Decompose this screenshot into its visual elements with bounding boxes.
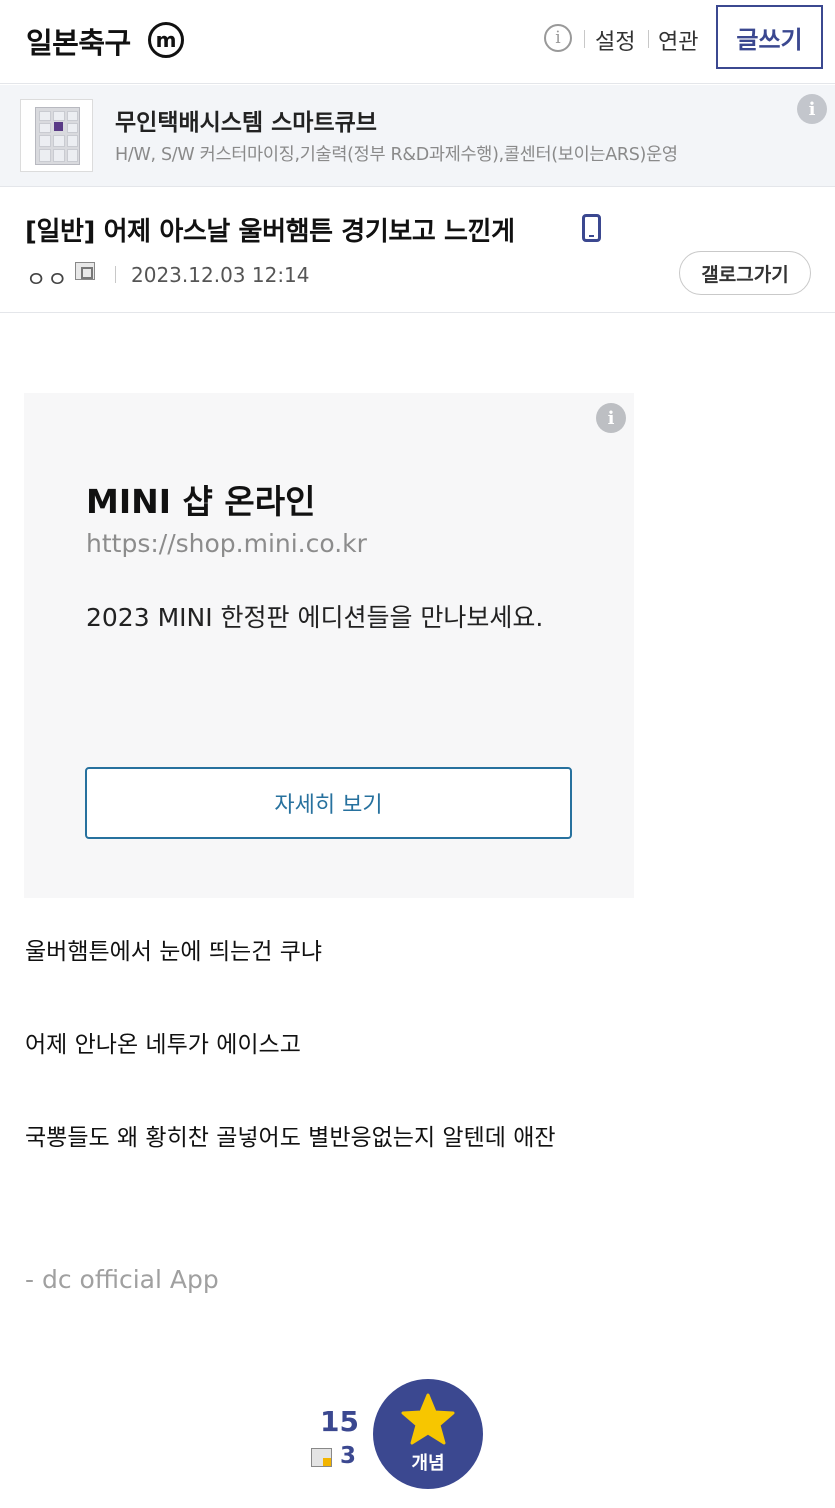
content-ad-card[interactable]: i MINI 샵 온라인 https://shop.mini.co.kr 202…: [24, 393, 634, 898]
meta-separator: [115, 266, 116, 283]
ad-info-icon[interactable]: i: [596, 403, 626, 433]
mobile-recommend-icon: [311, 1448, 332, 1467]
app-user-icon: [75, 262, 95, 280]
star-icon: [401, 1393, 455, 1445]
ad-title[interactable]: 무인택배시스템 스마트큐브: [115, 103, 377, 137]
body-line: 어제 안나온 네투가 에이스고: [25, 1032, 301, 1058]
locker-image: [35, 107, 80, 165]
body-line: 국뽕들도 왜 황히찬 골넣어도 별반응없는지 알텐데 애잔: [25, 1125, 556, 1151]
body-line: 울버햄튼에서 눈에 띄는건 쿠냐: [25, 939, 323, 965]
ad-info-icon[interactable]: i: [797, 94, 827, 124]
gallery-header: 일본축구 m i 설정 연관 글쓰기: [0, 0, 835, 84]
info-icon[interactable]: i: [544, 24, 572, 52]
header-separator: [648, 30, 649, 48]
minor-gallery-icon: m: [148, 22, 184, 58]
recommend-count: 15: [320, 1405, 359, 1438]
post-date: 2023.12.03 12:14: [131, 263, 310, 287]
gallery-title[interactable]: 일본축구: [26, 20, 131, 62]
post-title: [일반] 어제 아스날 울버햄튼 경기보고 느낀게: [25, 217, 515, 247]
ad-url[interactable]: https://shop.mini.co.kr: [86, 529, 367, 558]
related-link[interactable]: 연관: [658, 24, 698, 56]
write-button[interactable]: 글쓰기: [716, 5, 823, 69]
mobile-recommend-count: 3: [340, 1443, 357, 1469]
ad-details-button[interactable]: 자세히 보기: [85, 767, 572, 839]
divider: [0, 312, 835, 313]
mobile-icon: [582, 214, 601, 242]
gallog-button[interactable]: 갤로그가기: [679, 251, 811, 295]
recommend-label: 개념: [411, 1453, 445, 1474]
ad-description: 2023 MINI 한정판 에디션들을 만나보세요.: [86, 603, 544, 632]
ad-thumbnail[interactable]: [20, 99, 93, 172]
author-name[interactable]: ㅇㅇ: [26, 262, 68, 294]
app-signature: - dc official App: [25, 1265, 219, 1294]
header-separator: [584, 30, 585, 48]
ad-title[interactable]: MINI 샵 온라인: [86, 475, 315, 523]
ad-description: H/W, S/W 커스터마이징,기술력(정부 R&D과제수행),콜센터(보이는A…: [115, 145, 678, 165]
recommend-button[interactable]: 개념: [373, 1379, 483, 1489]
settings-link[interactable]: 설정: [595, 24, 635, 56]
top-banner-ad[interactable]: 무인택배시스템 스마트큐브 H/W, S/W 커스터마이징,기술력(정부 R&D…: [0, 85, 835, 187]
